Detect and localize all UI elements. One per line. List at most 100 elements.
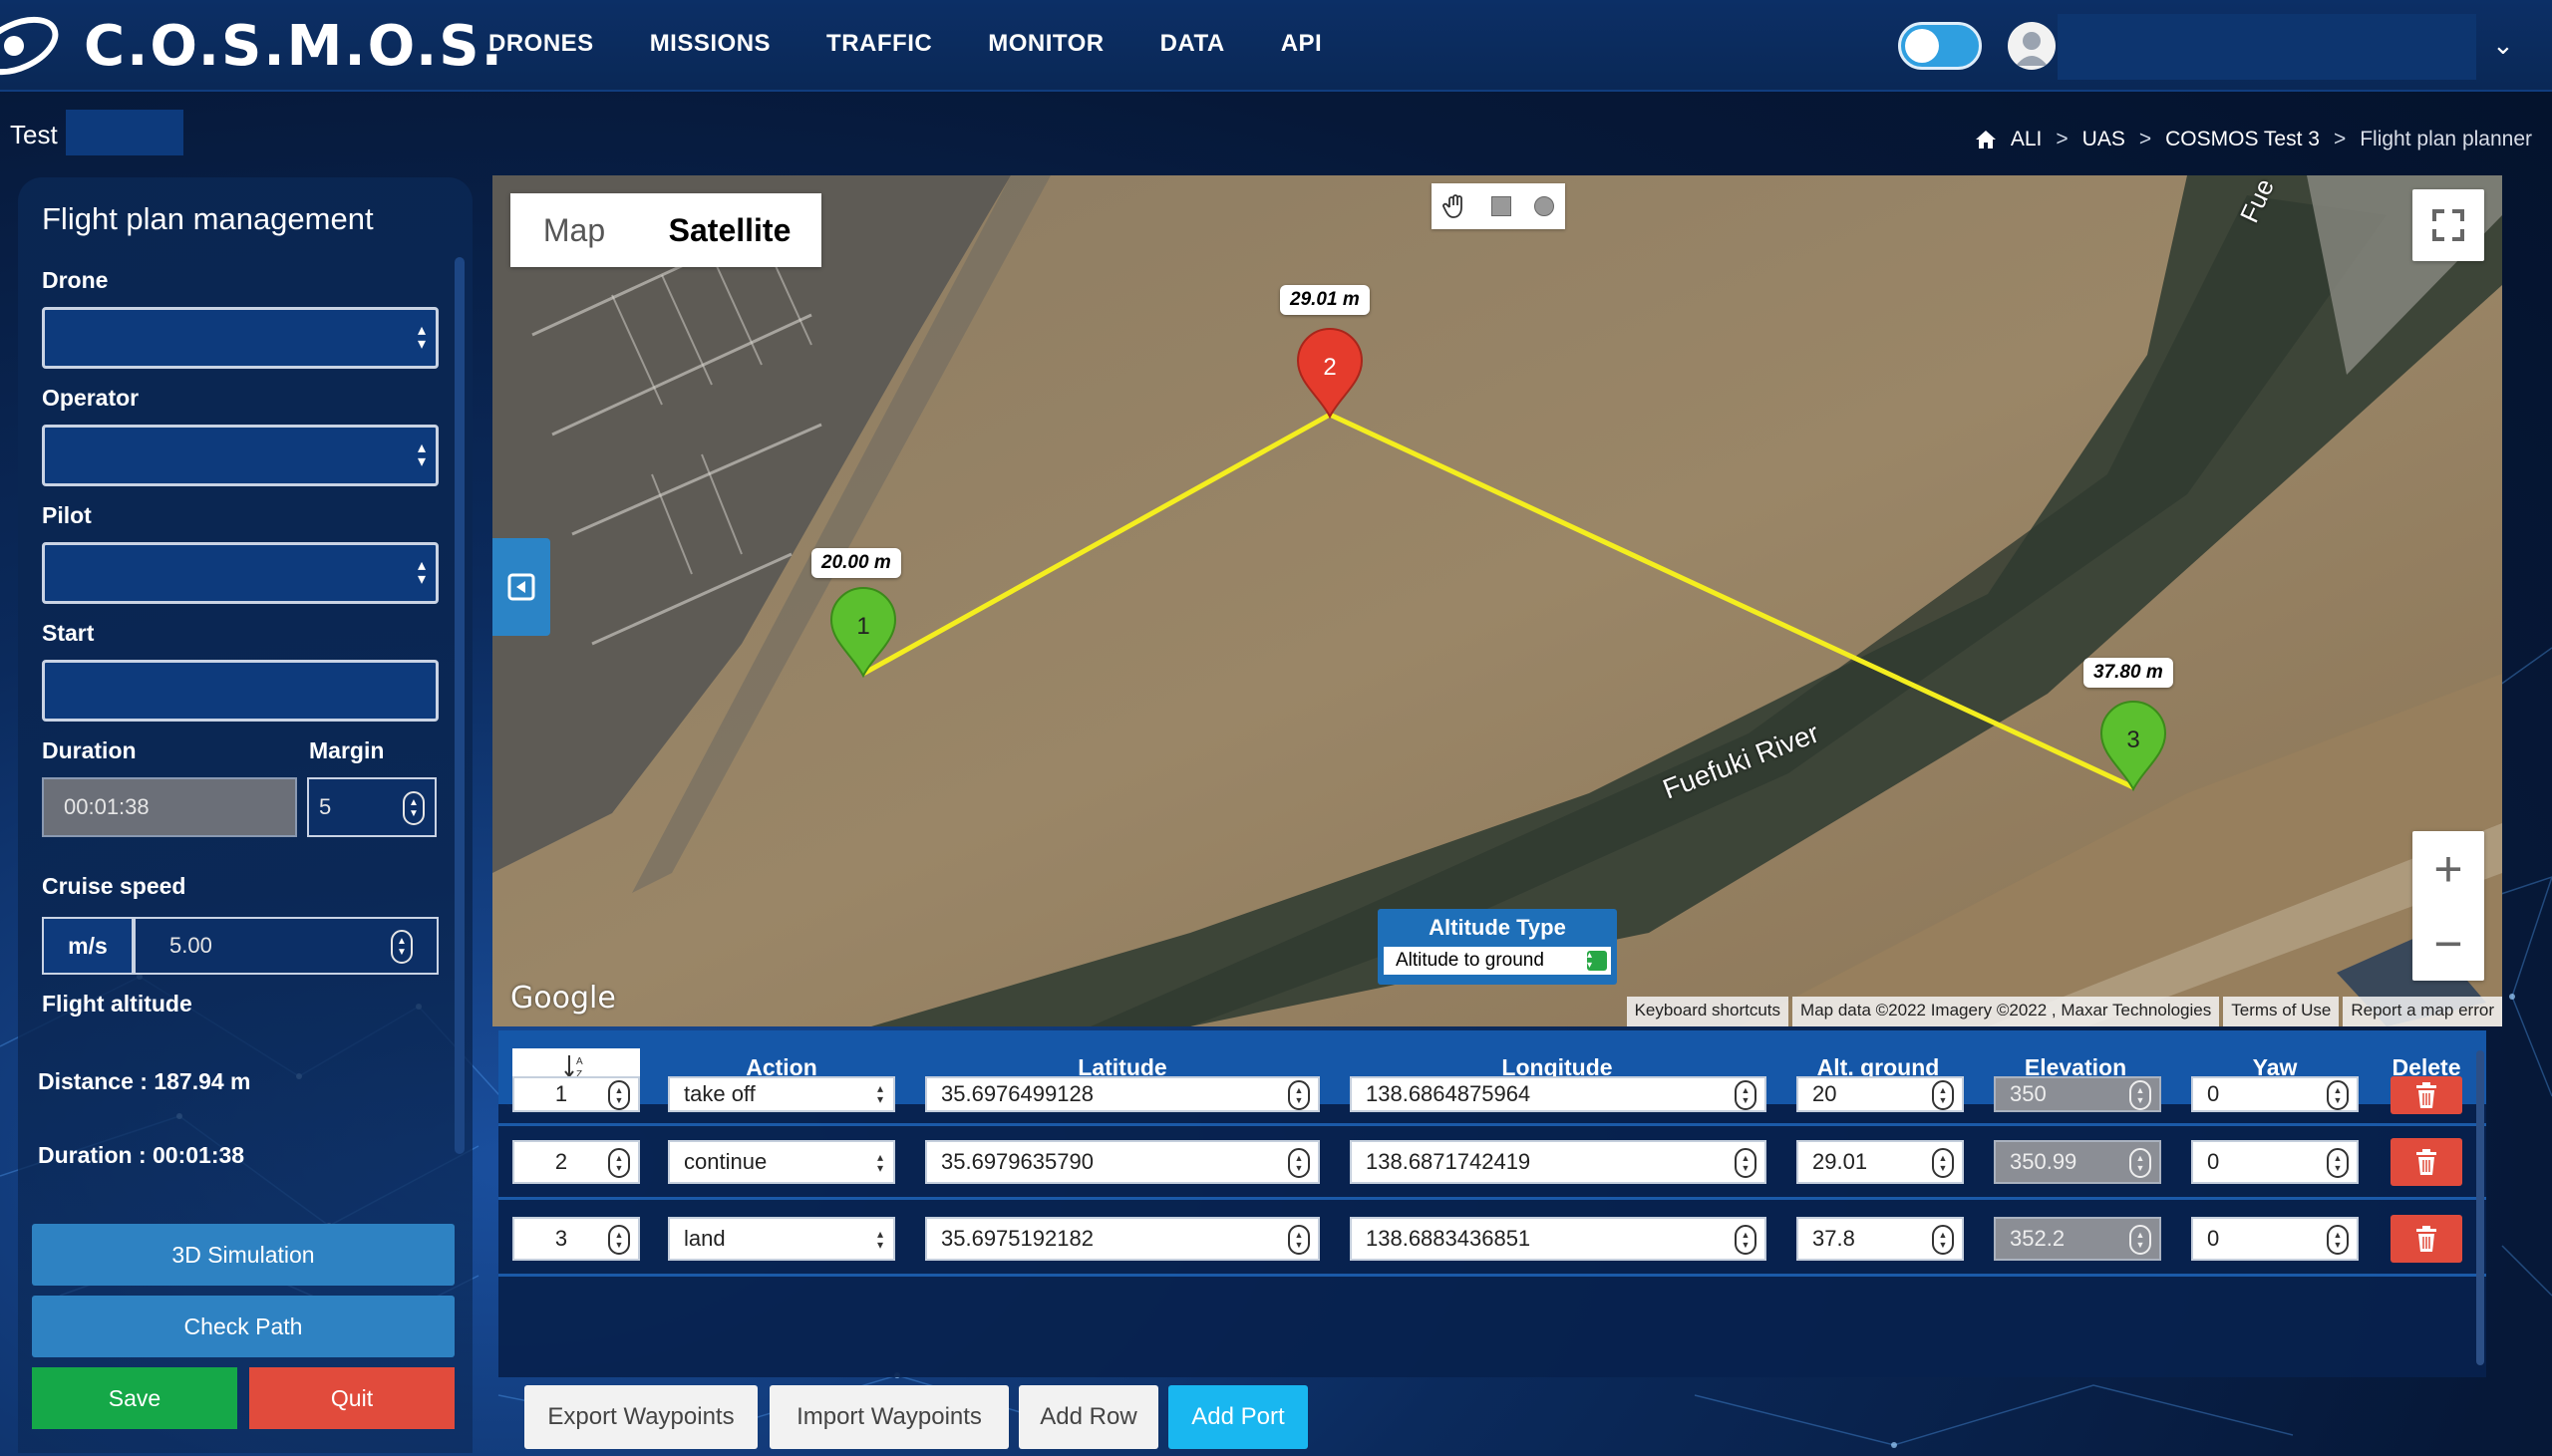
spinner-icon[interactable]: ▲ ▼ [608, 1080, 630, 1110]
user-name-redacted[interactable] [2058, 14, 2476, 80]
latitude-input[interactable]: 35.6979635790 ▲ ▼ [925, 1140, 1320, 1184]
fullscreen-icon[interactable] [2412, 189, 2484, 261]
spinner-icon[interactable]: ▲ ▼ [1932, 1225, 1954, 1255]
project-label: Test I [10, 120, 73, 149]
hand-pan-icon[interactable] [1442, 193, 1468, 219]
latitude-input[interactable]: 35.6976499128 ▲ ▼ [925, 1076, 1320, 1112]
spinner-icon[interactable]: ▲ ▼ [1288, 1080, 1310, 1110]
trash-icon[interactable] [2391, 1215, 2462, 1263]
longitude-input[interactable]: 138.6883436851 ▲ ▼ [1350, 1217, 1766, 1261]
map-type-satellite[interactable]: Satellite [638, 193, 821, 267]
row-number-input[interactable]: 2 ▲ ▼ [512, 1140, 640, 1184]
3d-simulation-button[interactable]: 3D Simulation [32, 1224, 455, 1286]
spinner-icon: ▲ ▼ [2129, 1148, 2151, 1178]
start-datetime-input[interactable] [42, 660, 439, 722]
satellite-map[interactable]: 1 2 3 Map Satellite 20.00 m 29.01 m 37.8… [492, 175, 2502, 1026]
spinner-icon[interactable]: ▲ ▼ [1932, 1080, 1954, 1110]
row-number: 3 [554, 1226, 568, 1251]
nav-traffic[interactable]: TRAFFIC [826, 30, 932, 58]
alt-ground-input[interactable]: 29.01 ▲ ▼ [1796, 1140, 1964, 1184]
action-select[interactable]: land ▴ ▾ [668, 1217, 895, 1261]
action-select[interactable]: take off ▴ ▾ [668, 1076, 895, 1112]
spinner-icon[interactable]: ▲ ▼ [1288, 1148, 1310, 1178]
svg-text:1: 1 [856, 613, 869, 640]
spinner-icon[interactable]: ▲ ▼ [2327, 1225, 2349, 1255]
drone-select[interactable]: ▴ ▾ [42, 307, 439, 369]
save-button[interactable]: Save [32, 1367, 237, 1429]
nav-drones[interactable]: DRONES [488, 30, 594, 58]
add-row-button[interactable]: Add Row [1019, 1385, 1158, 1449]
export-waypoints-button[interactable]: Export Waypoints [524, 1385, 758, 1449]
quit-button[interactable]: Quit [249, 1367, 455, 1429]
row-number-input[interactable]: 1 ▲ ▼ [512, 1076, 640, 1112]
top-navbar: C.O.S.M.O.S. DRONES MISSIONS TRAFFIC MON… [0, 0, 2552, 92]
nav-api[interactable]: API [1281, 30, 1323, 58]
chevron-down-icon[interactable]: ⌄ [2492, 30, 2514, 61]
breadcrumb-ali[interactable]: ALI [2011, 128, 2043, 151]
spinner-icon[interactable]: ▲ ▼ [608, 1225, 630, 1255]
panel-collapse-button[interactable] [492, 538, 550, 636]
spinner-icon[interactable]: ▲ ▼ [1288, 1225, 1310, 1255]
spinner-icon[interactable]: ▲ ▼ [608, 1148, 630, 1178]
pilot-select[interactable]: ▴ ▾ [42, 542, 439, 604]
user-avatar-icon[interactable] [2008, 22, 2056, 70]
margin-field[interactable]: 5 ▲ ▼ [307, 777, 437, 837]
cruise-speed-input[interactable]: 5.00 ▲ ▼ [134, 917, 439, 975]
spinner-icon[interactable]: ▲ ▼ [391, 930, 413, 964]
waypoint-table: AZ Action Latitude Longitude Alt. ground… [498, 1030, 2486, 1377]
row-number-input[interactable]: 3 ▲ ▼ [512, 1217, 640, 1261]
trash-icon[interactable] [2391, 1076, 2462, 1114]
cosmos-logo-icon[interactable] [0, 8, 62, 82]
breadcrumb-uas[interactable]: UAS [2082, 128, 2125, 151]
longitude-input[interactable]: 138.6871742419 ▲ ▼ [1350, 1140, 1766, 1184]
add-port-button[interactable]: Add Port [1168, 1385, 1308, 1449]
svg-text:2: 2 [1323, 354, 1336, 381]
spinner-icon[interactable]: ▲ ▼ [2327, 1148, 2349, 1178]
altitude-type-title: Altitude Type [1429, 915, 1566, 940]
yaw-input[interactable]: 0 ▲ ▼ [2191, 1217, 2359, 1261]
operator-select[interactable]: ▴ ▾ [42, 425, 439, 486]
action-select[interactable]: continue ▴ ▾ [668, 1140, 895, 1184]
spinner-icon[interactable]: ▲ ▼ [2327, 1080, 2349, 1110]
yaw-input[interactable]: 0 ▲ ▼ [2191, 1076, 2359, 1112]
home-icon[interactable] [1975, 130, 1997, 149]
brand-title[interactable]: C.O.S.M.O.S. [84, 14, 504, 79]
trash-icon[interactable] [2391, 1138, 2462, 1186]
alt-ground-value: 37.8 [1812, 1226, 1855, 1251]
import-waypoints-button[interactable]: Import Waypoints [770, 1385, 1009, 1449]
zoom-in-button[interactable]: + [2412, 831, 2484, 906]
spinner-icon[interactable]: ▲ ▼ [1735, 1080, 1756, 1110]
alt-ground-input[interactable]: 37.8 ▲ ▼ [1796, 1217, 1964, 1261]
longitude-value: 138.6864875964 [1366, 1081, 1531, 1106]
breadcrumb: ALI > UAS > COSMOS Test 3 > Flight plan … [1975, 128, 2532, 151]
rectangle-tool-icon[interactable] [1490, 196, 1511, 216]
longitude-input[interactable]: 138.6864875964 ▲ ▼ [1350, 1076, 1766, 1112]
terms-of-use-link[interactable]: Terms of Use [2223, 997, 2340, 1026]
alt-ground-input[interactable]: 20 ▲ ▼ [1796, 1076, 1964, 1112]
longitude-value: 138.6883436851 [1366, 1226, 1531, 1251]
spinner-icon: ▲ ▼ [2129, 1225, 2151, 1255]
table-row: 2 ▲ ▼ continue ▴ ▾ 35.6979635790 ▲ ▼ 138.68717… [498, 1126, 2486, 1200]
nav-monitor[interactable]: MONITOR [988, 30, 1104, 58]
nav-missions[interactable]: MISSIONS [650, 30, 771, 58]
map-attribution: Keyboard shortcuts Map data ©2022 Imager… [1626, 997, 2502, 1026]
zoom-out-button[interactable]: − [2412, 906, 2484, 981]
keyboard-shortcuts-link[interactable]: Keyboard shortcuts [1626, 997, 1789, 1026]
circle-tool-icon[interactable] [1533, 196, 1554, 216]
panel-scrollbar[interactable] [455, 257, 465, 1154]
spinner-icon[interactable]: ▲ ▼ [1735, 1148, 1756, 1178]
check-path-button[interactable]: Check Path [32, 1296, 455, 1357]
breadcrumb-project[interactable]: COSMOS Test 3 [2165, 128, 2320, 151]
flight-plan-panel: Flight plan management Drone ▴ ▾ Operator… [18, 177, 473, 1453]
spinner-icon[interactable]: ▲ ▼ [1932, 1148, 1954, 1178]
yaw-input[interactable]: 0 ▲ ▼ [2191, 1140, 2359, 1184]
table-scrollbar[interactable] [2476, 1050, 2484, 1365]
report-map-error-link[interactable]: Report a map error [2343, 997, 2502, 1026]
latitude-input[interactable]: 35.6975192182 ▲ ▼ [925, 1217, 1320, 1261]
theme-toggle[interactable] [1898, 22, 1982, 70]
altitude-type-select[interactable]: Altitude to ground ▴ ▾ [1384, 947, 1611, 975]
spinner-icon[interactable]: ▲ ▼ [403, 791, 425, 825]
nav-data[interactable]: DATA [1160, 30, 1225, 58]
spinner-icon[interactable]: ▲ ▼ [1735, 1225, 1756, 1255]
map-type-map[interactable]: Map [510, 193, 638, 267]
